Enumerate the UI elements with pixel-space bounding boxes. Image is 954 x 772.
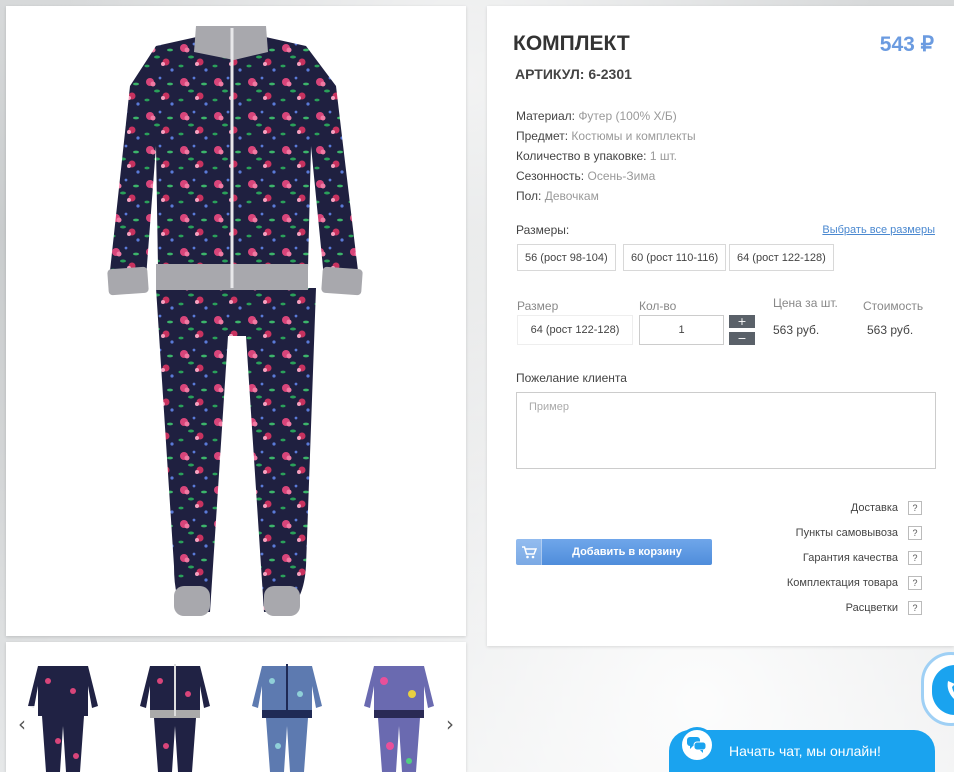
col-total-header: Стоимость	[863, 299, 924, 313]
property-value: Футер (100% Х/Б)	[578, 109, 677, 123]
help-link-pickup[interactable]: Пункты самовывоза?	[796, 526, 922, 540]
help-link-label: Расцветки	[845, 602, 898, 614]
tracksuit-image	[107, 26, 363, 616]
help-link-delivery[interactable]: Доставка?	[851, 501, 922, 515]
chat-bubbles-icon	[679, 727, 715, 763]
property-row: Предмет: Костюмы и комплекты	[516, 126, 696, 146]
sizes-label: Размеры:	[516, 223, 570, 237]
chat-launcher[interactable]: Начать чат, мы онлайн!	[669, 727, 935, 772]
col-qty-header: Кол-во	[639, 299, 677, 313]
property-row: Пол: Девочкам	[516, 186, 696, 206]
property-value: Осень-Зима	[587, 169, 656, 183]
col-unit-price-header: Цена за шт.	[773, 296, 838, 310]
selected-size-value: 64 (рост 122-128)	[517, 315, 633, 345]
property-row: Сезонность: Осень-Зима	[516, 166, 696, 186]
property-value: Костюмы и комплекты	[571, 129, 696, 143]
unit-price-value: 563 руб.	[773, 323, 820, 337]
size-option-64[interactable]: 64 (рост 122-128)	[729, 244, 834, 271]
product-sku: АРТИКУЛ: 6-2301	[515, 66, 632, 82]
select-all-sizes-link[interactable]: Выбрать все размеры	[822, 224, 935, 236]
property-label: Сезонность:	[516, 169, 585, 183]
property-value: 1 шт.	[649, 149, 677, 163]
thumbnail-3[interactable]	[242, 646, 332, 772]
product-main-image[interactable]	[6, 6, 466, 636]
property-label: Предмет:	[516, 129, 569, 143]
help-link-label: Гарантия качества	[802, 552, 898, 564]
question-icon[interactable]: ?	[908, 601, 922, 615]
property-label: Пол:	[516, 189, 542, 203]
size-option-56[interactable]: 56 (рост 98-104)	[517, 244, 616, 271]
quantity-input[interactable]	[639, 315, 724, 345]
thumbnail-gallery: ‹ ›	[6, 642, 466, 772]
help-link-label: Комплектация товара	[786, 577, 898, 589]
property-row: Количество в упаковке: 1 шт.	[516, 146, 696, 166]
property-value: Девочкам	[544, 189, 599, 203]
property-label: Количество в упаковке:	[516, 149, 647, 163]
thumbnail-2[interactable]	[130, 646, 220, 772]
question-icon[interactable]: ?	[908, 551, 922, 565]
chat-label: Начать чат, мы онлайн!	[729, 743, 881, 759]
question-icon[interactable]: ?	[908, 576, 922, 590]
wish-label: Пожелание клиента	[516, 371, 627, 385]
add-to-cart-button[interactable]: Добавить в корзину	[516, 539, 712, 565]
gallery-next-button[interactable]: ›	[436, 706, 464, 742]
help-link-colors[interactable]: Расцветки?	[846, 601, 922, 615]
wish-textarea[interactable]	[516, 392, 936, 469]
help-link-label: Пункты самовывоза	[795, 527, 898, 539]
property-row: Материал: Футер (100% Х/Б)	[516, 106, 696, 126]
product-title: КОМПЛЕКТ	[513, 32, 630, 55]
product-price: 543 ₽	[879, 33, 934, 56]
thumbnail-4[interactable]	[354, 646, 444, 772]
help-link-quality[interactable]: Гарантия качества?	[803, 551, 922, 565]
phone-icon	[932, 665, 954, 715]
gallery-prev-button[interactable]: ‹	[8, 706, 36, 742]
product-info-panel: КОМПЛЕКТ 543 ₽ АРТИКУЛ: 6-2301 Материал:…	[487, 6, 954, 646]
question-icon[interactable]: ?	[908, 526, 922, 540]
help-link-contents[interactable]: Комплектация товара?	[787, 576, 922, 590]
qty-plus-button[interactable]: +	[729, 315, 755, 328]
size-option-60[interactable]: 60 (рост 110-116)	[623, 244, 727, 271]
total-price-value: 563 руб.	[867, 323, 914, 337]
product-properties: Материал: Футер (100% Х/Б) Предмет: Кост…	[516, 106, 696, 206]
property-label: Материал:	[516, 109, 575, 123]
qty-minus-button[interactable]: −	[729, 332, 755, 345]
help-link-label: Доставка	[850, 502, 898, 514]
cart-icon	[516, 539, 542, 565]
question-icon[interactable]: ?	[908, 501, 922, 515]
add-to-cart-label: Добавить в корзину	[572, 546, 682, 558]
col-size-header: Размер	[517, 299, 559, 313]
